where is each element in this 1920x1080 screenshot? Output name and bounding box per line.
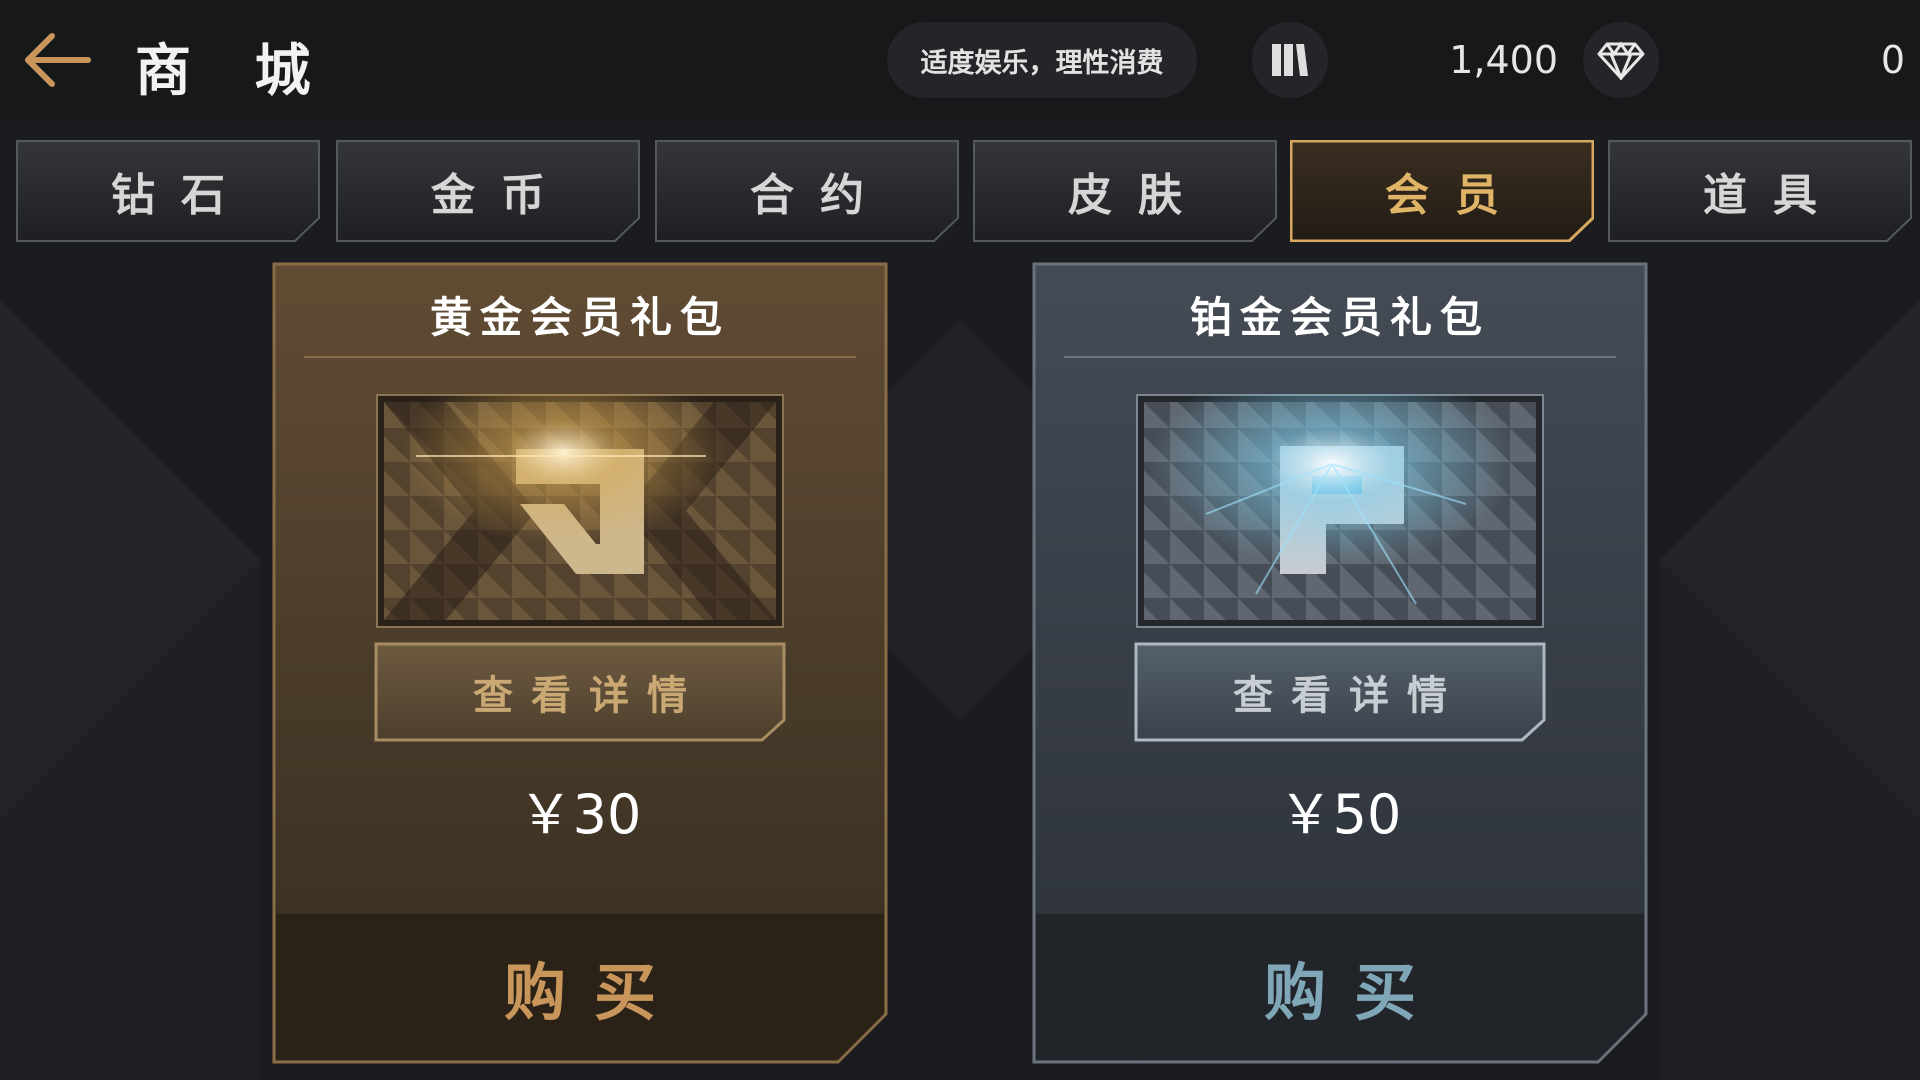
divider — [1064, 356, 1616, 358]
page-title: 商 城 — [135, 39, 333, 104]
package-name: 铂金会员礼包 — [1189, 293, 1490, 342]
view-details-button[interactable]: 查看详情 — [374, 642, 786, 742]
coin-stack-icon — [1272, 44, 1308, 76]
tab-diamond[interactable]: 钻石 — [16, 140, 320, 242]
package-price: ￥30 — [518, 783, 642, 846]
view-details-label: 查看详情 — [473, 673, 705, 719]
package-price: ￥50 — [1278, 783, 1402, 846]
notice-badge: 适度娱乐，理性消费 — [887, 22, 1197, 98]
gold-emblem-image — [376, 394, 784, 628]
diamond-button[interactable] — [1583, 22, 1659, 98]
buy-button[interactable]: 购买 — [276, 914, 884, 1060]
tab-label: 皮肤 — [1068, 170, 1208, 221]
tab-membership[interactable]: 会员 — [1290, 140, 1594, 242]
platinum-package-card: 铂金会员礼包 查看详情 ￥50 购买 — [1032, 262, 1648, 1064]
divider — [304, 356, 856, 358]
tab-label: 会员 — [1385, 170, 1525, 221]
arrow-left-icon — [25, 33, 91, 87]
coin-amount: 1,400 — [1449, 38, 1558, 82]
coin-button[interactable] — [1252, 22, 1328, 98]
diamond-amount: 0 — [1880, 38, 1905, 82]
tab-label: 道具 — [1703, 170, 1843, 221]
tab-items[interactable]: 道具 — [1608, 140, 1912, 242]
tab-label: 金币 — [431, 170, 571, 221]
tab-gold-coin[interactable]: 金币 — [336, 140, 640, 242]
gold-package-card: 黄金会员礼包 查看详情 ￥30 购买 — [272, 262, 888, 1064]
platinum-emblem-image — [1136, 394, 1544, 628]
buy-button[interactable]: 购买 — [1036, 914, 1644, 1060]
diamond-icon — [1597, 41, 1645, 80]
package-name: 黄金会员礼包 — [429, 293, 730, 342]
tab-label: 钻石 — [111, 170, 251, 221]
back-button[interactable] — [22, 28, 94, 92]
top-bar: 商 城 适度娱乐，理性消费 1,400 0 — [0, 0, 1920, 120]
tab-label: 合约 — [750, 170, 890, 221]
tab-skin[interactable]: 皮肤 — [973, 140, 1277, 242]
view-details-label: 查看详情 — [1233, 673, 1465, 719]
view-details-button[interactable]: 查看详情 — [1134, 642, 1546, 742]
tab-contract[interactable]: 合约 — [655, 140, 959, 242]
